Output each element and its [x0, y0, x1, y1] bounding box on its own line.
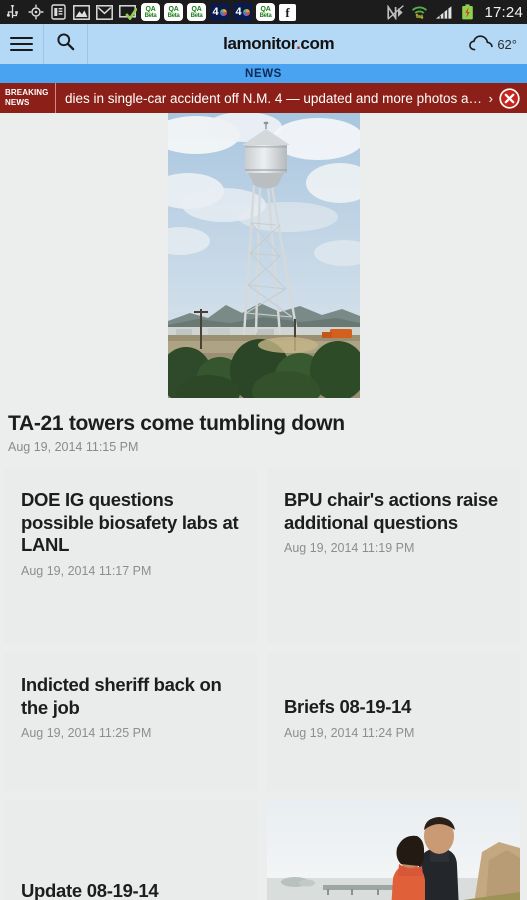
lead-story-date: Aug 19, 2014 11:15 PM [8, 440, 139, 454]
qa-beta-line2: Beta [144, 12, 157, 19]
water-tower-photo [167, 113, 360, 398]
article-card[interactable] [267, 800, 520, 900]
article-card-grid: DOE IG questions possible biosafety labs… [0, 467, 527, 900]
android-status-bar: QA Beta QA Beta QA Beta 4 4 QA Beta f 17… [0, 0, 527, 24]
status-bar-system-icons: 17:24 [386, 3, 523, 22]
peacock-icon [242, 8, 250, 16]
article-date: Aug 19, 2014 11:17 PM [21, 563, 152, 578]
cloud-icon [469, 34, 494, 54]
article-card[interactable]: BPU chair's actions raise additional que… [267, 467, 520, 643]
status-bar-notifications: QA Beta QA Beta QA Beta 4 4 QA Beta f [3, 3, 386, 22]
qa-beta-line1: QA [168, 5, 179, 13]
nbc4-app-icon: 4 [233, 3, 252, 21]
breaking-news-headline[interactable]: dies in single-car accident off N.M. 4 —… [56, 83, 483, 113]
hamburger-icon [10, 33, 33, 55]
search-icon [56, 32, 75, 56]
nbc4-app-icon: 4 [210, 3, 229, 21]
gallery-photo-icon [72, 3, 91, 22]
qa-beta-line1: QA [191, 5, 202, 13]
chevron-right-icon[interactable]: › [483, 83, 499, 113]
weather-widget[interactable]: 62° [469, 34, 527, 54]
weather-temperature: 62° [497, 36, 517, 52]
site-logo[interactable]: lamonitor.com [88, 34, 469, 54]
qa-beta-line2: Beta [190, 12, 203, 19]
breaking-label-line1: BREAKING [5, 88, 49, 97]
lead-story-title[interactable]: TA-21 towers come tumbling down [0, 398, 527, 436]
wifi-transfer-icon [410, 3, 429, 22]
qa-beta-line1: QA [260, 5, 271, 13]
qa-beta-line2: Beta [259, 12, 272, 19]
nfc-off-icon [386, 3, 405, 22]
usb-icon [3, 3, 22, 22]
search-button[interactable] [44, 24, 88, 64]
cell-signal-icon [434, 3, 453, 22]
app-header-bar: lamonitor.com 62° [0, 24, 527, 64]
close-icon[interactable] [499, 83, 527, 113]
lead-story[interactable]: TA-21 towers come tumbling down Aug 19, … [0, 113, 527, 467]
section-tab-bar: NEWS [0, 64, 527, 83]
nbc4-label: 4 [235, 5, 242, 18]
gps-location-icon [26, 3, 45, 22]
sms-check-icon [118, 3, 137, 22]
qa-beta-line1: QA [145, 5, 156, 13]
facebook-icon: f [279, 3, 296, 21]
couple-beach-photo [267, 800, 520, 900]
gmail-icon [95, 3, 114, 22]
article-date: Aug 19, 2014 11:25 PM [21, 726, 152, 741]
breaking-news-label: BREAKING NEWS [0, 83, 56, 113]
brand-name: lamonitor [223, 34, 297, 53]
qa-beta-badge: QA Beta [141, 3, 160, 21]
app-root: QA Beta QA Beta QA Beta 4 4 QA Beta f 17… [0, 0, 527, 900]
article-title: Briefs 08-19-14 [284, 696, 412, 717]
article-card[interactable]: DOE IG questions possible biosafety labs… [4, 467, 257, 643]
battery-charging-icon [458, 3, 477, 22]
article-card[interactable]: Update 08-19-14 [4, 800, 257, 900]
qa-beta-badge: QA Beta [187, 3, 206, 21]
sim-card-icon [49, 3, 68, 22]
qa-beta-badge: QA Beta [256, 3, 275, 21]
qa-beta-badge: QA Beta [164, 3, 183, 21]
breaking-label-line2: NEWS [5, 98, 30, 107]
status-bar-clock: 17:24 [484, 3, 523, 21]
tab-news[interactable]: NEWS [245, 68, 282, 80]
article-title: BPU chair's actions raise additional que… [284, 489, 498, 533]
article-title: DOE IG questions possible biosafety labs… [21, 489, 239, 556]
article-date: Aug 19, 2014 11:19 PM [284, 541, 415, 556]
article-date: Aug 19, 2014 11:24 PM [284, 725, 415, 740]
article-card[interactable]: Briefs 08-19-14 Aug 19, 2014 11:24 PM [267, 652, 520, 791]
qa-beta-line2: Beta [167, 12, 180, 19]
menu-button[interactable] [0, 24, 44, 64]
nbc4-label: 4 [212, 5, 219, 18]
article-title: Indicted sheriff back on the job [21, 674, 222, 718]
article-card[interactable]: Indicted sheriff back on the job Aug 19,… [4, 652, 257, 791]
breaking-news-banner[interactable]: BREAKING NEWS dies in single-car acciden… [0, 83, 527, 113]
peacock-icon [219, 8, 227, 16]
article-title: Update 08-19-14 [21, 880, 159, 900]
news-feed[interactable]: TA-21 towers come tumbling down Aug 19, … [0, 113, 527, 900]
brand-tld: com [300, 34, 335, 53]
